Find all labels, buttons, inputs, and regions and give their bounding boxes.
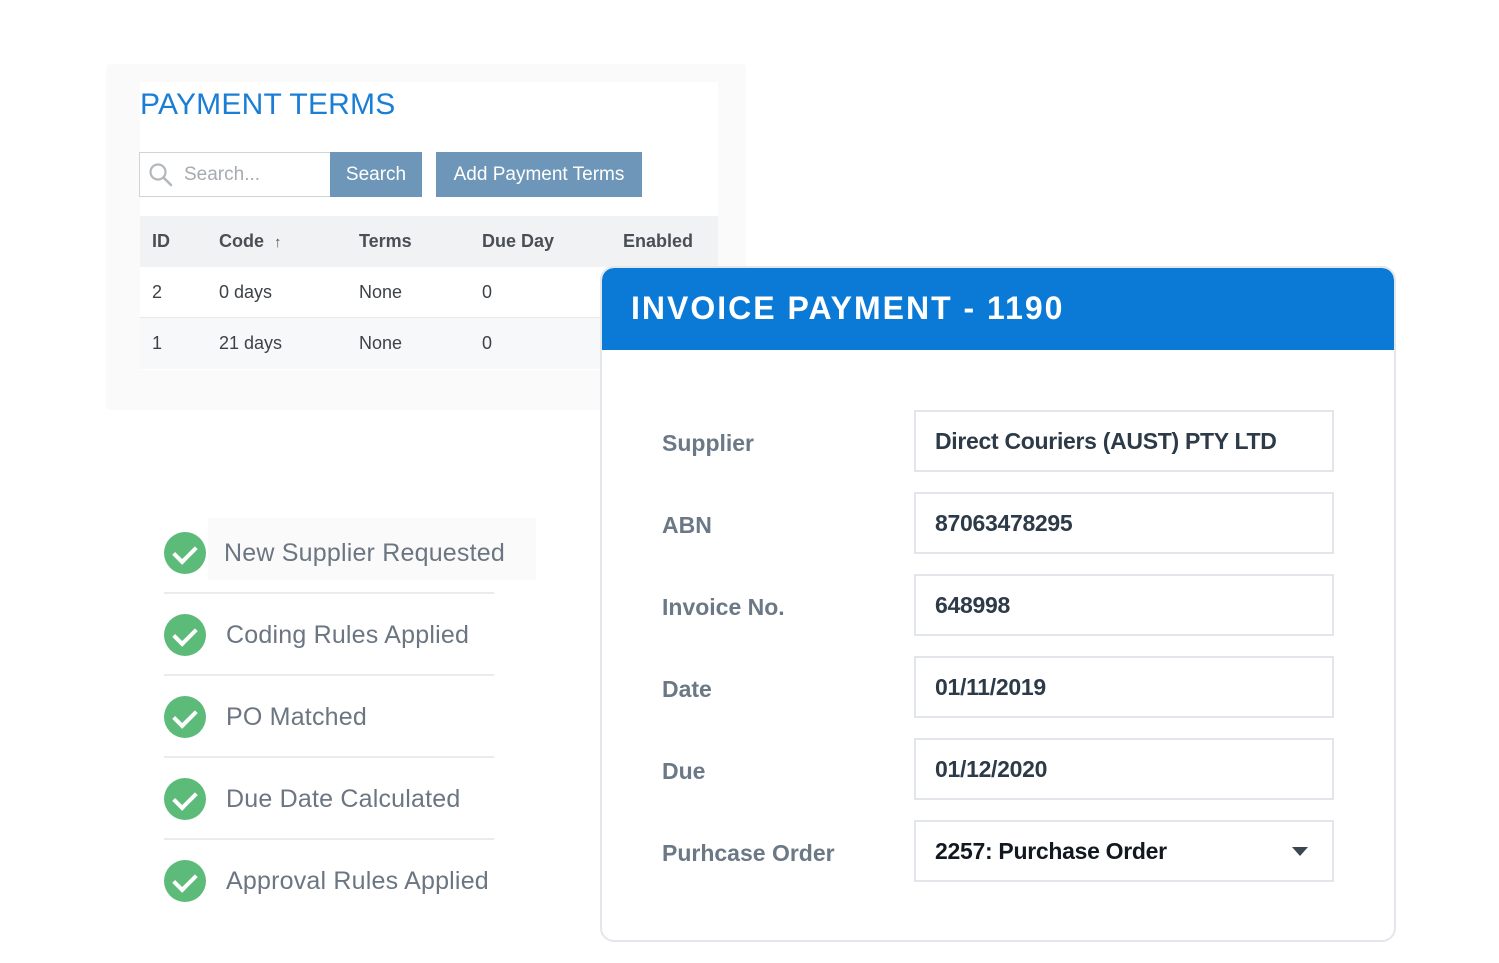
payment-terms-title: PAYMENT TERMS xyxy=(140,88,396,121)
cell-id: 1 xyxy=(152,333,163,353)
checklist-item: Approval Rules Applied xyxy=(164,840,494,922)
table-header: ID Code ↑ Terms Due Day Enabled xyxy=(140,216,718,267)
cell-due-day: 0 xyxy=(482,333,493,353)
cell-due-day: 0 xyxy=(482,282,493,302)
checklist-item: PO Matched xyxy=(164,676,494,758)
search-button[interactable]: Search xyxy=(330,152,422,197)
column-header-due-day[interactable]: Due Day xyxy=(482,216,554,267)
due-label: Due xyxy=(662,758,706,784)
date-field[interactable]: 01/11/2019 xyxy=(914,656,1334,718)
check-circle-icon xyxy=(164,532,206,574)
checklist-item: New Supplier Requested xyxy=(164,512,505,594)
column-header-terms[interactable]: Terms xyxy=(359,216,412,267)
checklist-label: New Supplier Requested xyxy=(224,539,505,567)
check-circle-icon xyxy=(164,696,206,738)
column-header-enabled[interactable]: Enabled xyxy=(623,216,693,267)
check-circle-icon xyxy=(164,614,206,656)
chevron-down-icon[interactable] xyxy=(1292,847,1308,856)
cell-code: 0 days xyxy=(219,282,273,302)
invoice-title: INVOICE PAYMENT - 1190 xyxy=(631,290,1065,326)
search-box[interactable] xyxy=(139,152,331,197)
column-header-id[interactable]: ID xyxy=(152,216,170,267)
supplier-field[interactable]: Direct Couriers (AUST) PTY LTD xyxy=(914,410,1334,472)
column-header-code-label: Code xyxy=(219,231,264,251)
abn-field[interactable]: 87063478295 xyxy=(914,492,1334,554)
check-circle-icon xyxy=(164,778,206,820)
invoice-no-field[interactable]: 648998 xyxy=(914,574,1334,636)
due-field[interactable]: 01/12/2020 xyxy=(914,738,1334,800)
invoice-header: INVOICE PAYMENT - 1190 xyxy=(602,268,1394,350)
cell-terms: None xyxy=(359,282,403,302)
supplier-label: Supplier xyxy=(662,430,755,456)
checklist-label: Approval Rules Applied xyxy=(226,867,489,895)
checklist-item: Due Date Calculated xyxy=(164,758,494,840)
checklist-label: PO Matched xyxy=(226,703,367,731)
search-icon xyxy=(149,163,173,187)
checklist-label: Coding Rules Applied xyxy=(226,621,470,649)
column-header-code[interactable]: Code ↑ xyxy=(219,216,282,267)
date-label: Date xyxy=(662,676,712,702)
abn-label: ABN xyxy=(662,512,712,538)
purchase-order-value: 2257: Purchase Order xyxy=(935,838,1167,864)
check-circle-icon xyxy=(164,860,206,902)
purchase-order-select[interactable]: 2257: Purchase Order xyxy=(914,820,1334,882)
cell-code: 21 days xyxy=(219,333,283,353)
checklist-item: Coding Rules Applied xyxy=(164,594,494,676)
add-payment-terms-button[interactable]: Add Payment Terms xyxy=(436,152,642,197)
purchase-order-label: Purhcase Order xyxy=(662,840,835,866)
invoice-no-label: Invoice No. xyxy=(662,594,785,620)
cell-terms: None xyxy=(359,333,403,353)
search-input[interactable] xyxy=(184,159,324,191)
invoice-payment-card: INVOICE PAYMENT - 1190 Supplier Direct C… xyxy=(600,266,1396,942)
sort-ascending-icon: ↑ xyxy=(274,234,282,251)
cell-id: 2 xyxy=(152,282,163,302)
checklist-label: Due Date Calculated xyxy=(226,785,461,813)
